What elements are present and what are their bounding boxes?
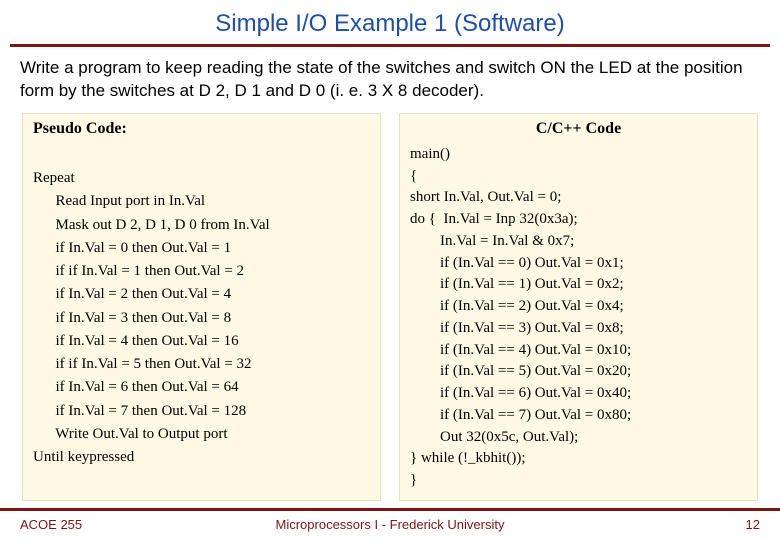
code-line: if (In.Val == 1) Out.Val = 0x2; (410, 274, 747, 296)
pseudo-line: if In.Val = 7 then Out.Val = 128 (33, 400, 370, 423)
code-line: } while (!_kbhit()); (410, 448, 747, 470)
code-line: if (In.Val == 3) Out.Val = 0x8; (410, 318, 747, 340)
c-code-body: main(){short In.Val, Out.Val = 0;do { In… (410, 144, 747, 492)
code-line: if (In.Val == 5) Out.Val = 0x20; (410, 361, 747, 383)
pseudo-line: Repeat (33, 167, 370, 190)
pseudo-line: Until keypressed (33, 446, 370, 469)
code-line: if (In.Val == 4) Out.Val = 0x10; (410, 340, 747, 362)
code-line: if (In.Val == 6) Out.Val = 0x40; (410, 383, 747, 405)
code-line: do { In.Val = Inp 32(0x3a); (410, 209, 747, 231)
pseudo-code-panel: Pseudo Code: Repeat Read Input port in I… (22, 113, 381, 501)
c-code-heading: C/C++ Code (410, 120, 747, 138)
pseudo-line: if In.Val = 6 then Out.Val = 64 (33, 376, 370, 399)
code-line: main() (410, 144, 747, 166)
footer: ACOE 255 Microprocessors I - Frederick U… (0, 508, 780, 532)
pseudo-line (33, 144, 370, 167)
code-line: if (In.Val == 7) Out.Val = 0x80; (410, 405, 747, 427)
code-line: In.Val = In.Val & 0x7; (410, 231, 747, 253)
code-line: Out 32(0x5c, Out.Val); (410, 427, 747, 449)
slide-title: Simple I/O Example 1 (Software) (0, 0, 780, 44)
code-line: if (In.Val == 2) Out.Val = 0x4; (410, 296, 747, 318)
code-line: if (In.Val == 0) Out.Val = 0x1; (410, 253, 747, 275)
pseudo-line: if if In.Val = 1 then Out.Val = 2 (33, 260, 370, 283)
code-line: } (410, 470, 747, 492)
pseudo-line: Mask out D 2, D 1, D 0 from In.Val (33, 214, 370, 237)
pseudo-line: if In.Val = 2 then Out.Val = 4 (33, 283, 370, 306)
pseudo-line: Write Out.Val to Output port (33, 423, 370, 446)
pseudo-line: if if In.Val = 5 then Out.Val = 32 (33, 353, 370, 376)
pseudo-line: if In.Val = 4 then Out.Val = 16 (33, 330, 370, 353)
pseudo-code-body: Repeat Read Input port in In.Val Mask ou… (33, 144, 370, 470)
pseudo-line: if In.Val = 0 then Out.Val = 1 (33, 237, 370, 260)
code-line: { (410, 166, 747, 188)
problem-statement: Write a program to keep reading the stat… (0, 55, 780, 113)
footer-center: Microprocessors I - Frederick University (0, 517, 780, 532)
footer-left: ACOE 255 (20, 517, 82, 532)
pseudo-code-heading: Pseudo Code: (33, 120, 370, 138)
footer-right: 12 (746, 517, 760, 532)
pseudo-line: if In.Val = 3 then Out.Val = 8 (33, 307, 370, 330)
pseudo-line: Read Input port in In.Val (33, 190, 370, 213)
c-code-panel: C/C++ Code main(){short In.Val, Out.Val … (399, 113, 758, 501)
code-line: short In.Val, Out.Val = 0; (410, 187, 747, 209)
title-rule (10, 44, 770, 47)
panels: Pseudo Code: Repeat Read Input port in I… (0, 113, 780, 501)
